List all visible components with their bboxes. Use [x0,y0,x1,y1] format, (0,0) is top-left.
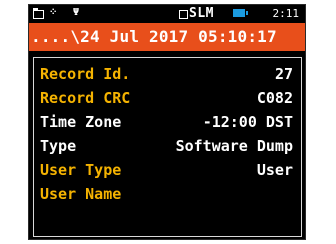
field-time-zone[interactable]: Time Zone -12:00 DST [40,112,293,132]
field-value: User [256,161,293,179]
checkbox-icon [179,10,188,19]
antenna-icon: Ψ [73,7,80,18]
field-value: Software Dump [175,137,293,155]
field-label: Type [40,137,77,155]
record-info-panel: Record Id. 27 Record CRC C082 Time Zone … [33,57,302,237]
field-value: -12:00 DST [202,113,293,131]
keypad-icon: ⁘ [49,7,58,18]
field-label: User Type [40,161,122,179]
instrument-screen: ⁘ Ψ SLM 2:11 ....\24 Jul 2017 05:10:17 R… [28,4,306,240]
field-record-id[interactable]: Record Id. 27 [40,64,293,84]
field-value: 27 [274,65,293,83]
field-record-crc[interactable]: Record CRC C082 [40,88,293,108]
folder-icon [33,8,44,19]
mode-label: SLM [189,6,214,21]
status-bar: ⁘ Ψ SLM 2:11 [29,5,305,23]
field-label: Record CRC [40,89,131,107]
field-user-name[interactable]: User Name [40,184,293,204]
field-label: User Name [40,185,122,203]
field-type[interactable]: Type Software Dump [40,136,293,156]
field-label: Record Id. [40,65,131,83]
record-header: ....\24 Jul 2017 05:10:17 [29,23,305,51]
clock: 2:11 [272,7,300,20]
battery-icon [233,9,248,17]
field-label: Time Zone [40,113,122,131]
field-user-type[interactable]: User Type User [40,160,293,180]
field-value: C082 [256,89,293,107]
